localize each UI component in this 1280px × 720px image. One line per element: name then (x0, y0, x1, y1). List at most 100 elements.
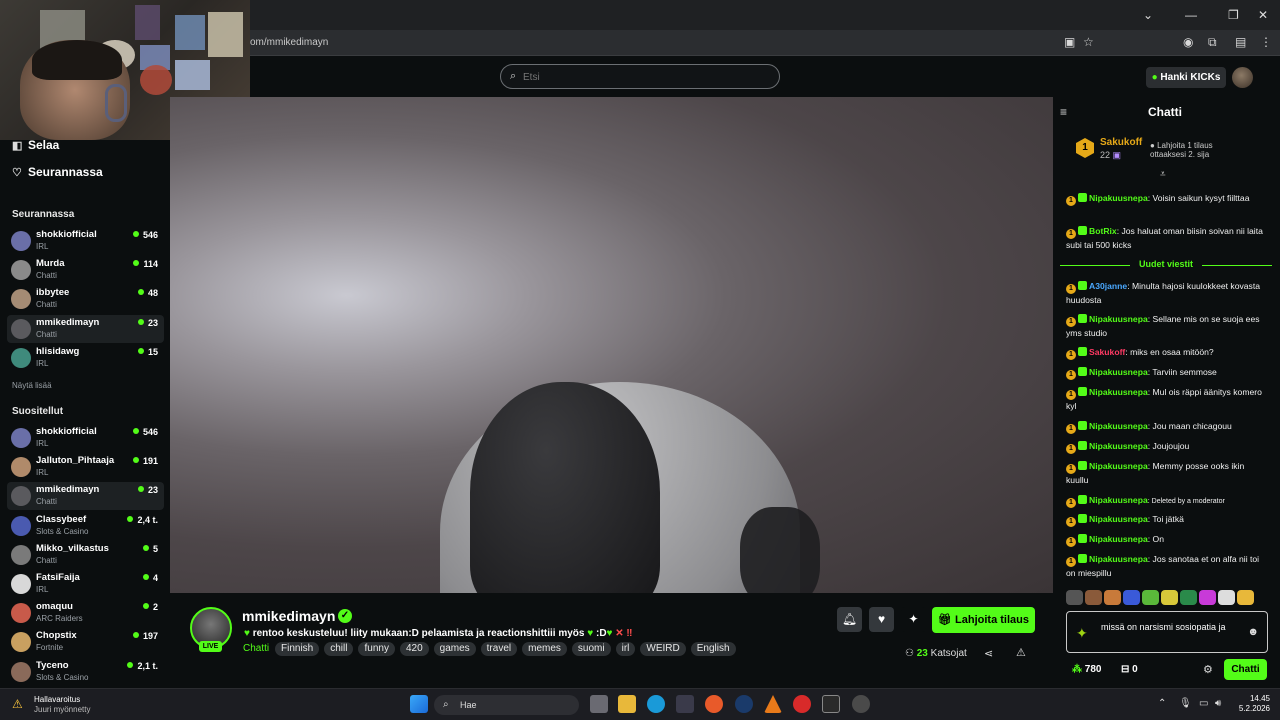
taskbar-search[interactable]: ⌕ Hae (434, 695, 579, 715)
chat-username[interactable]: Nipakuusnepa (1089, 314, 1148, 324)
search-box[interactable]: ⌕ (500, 64, 780, 89)
pinned-collapse-icon[interactable]: ⩡ (1160, 169, 1166, 180)
sidebar-channel-mmikedimayn[interactable]: mmikedimayn Chatti 23 (7, 314, 164, 343)
share-icon[interactable]: ⋖ (984, 647, 993, 660)
tag-travel[interactable]: travel (480, 642, 518, 656)
obs-icon[interactable] (852, 695, 870, 713)
tag-weird[interactable]: WEIRD (640, 642, 686, 656)
category-link[interactable]: Chatti (243, 643, 269, 654)
chat-username[interactable]: Nipakuusnepa (1089, 554, 1148, 564)
chat-username[interactable]: Nipakuusnepa (1089, 495, 1148, 505)
weather-notification-title[interactable]: Hallavaroitus (34, 695, 80, 704)
sidebar-channel-shokkiofficial[interactable]: shokkiofficial IRL 546 (7, 424, 164, 452)
file-explorer-icon[interactable] (618, 695, 636, 713)
get-kicks-button[interactable]: ● Hanki KICKs (1146, 67, 1226, 88)
sidebar-channel-mikko_vilkastus[interactable]: Mikko_vilkastus Chatti 5 (7, 541, 164, 569)
browser-menu-icon[interactable]: ⋮ (1260, 35, 1272, 49)
chat-username[interactable]: BotRix (1089, 226, 1117, 236)
chat-username[interactable]: A30janne (1089, 281, 1127, 291)
chat-username[interactable]: Nipakuusnepa (1089, 441, 1148, 451)
tag-chill[interactable]: chill (324, 642, 354, 656)
sparkle-button[interactable]: ✦ (901, 607, 926, 632)
emoji-picker-icon[interactable]: ☻ (1247, 626, 1259, 638)
bookmark-star-icon[interactable]: ☆ (1083, 35, 1094, 49)
sidebar-channel-mmikedimayn[interactable]: mmikedimayn Chatti 23 (7, 482, 164, 511)
extension-badge-icon[interactable]: ▤ (1235, 35, 1246, 49)
tray-chevron-icon[interactable]: ⌃ (1158, 698, 1166, 709)
edge-icon[interactable] (647, 695, 665, 713)
tag-irl[interactable]: irl (615, 642, 636, 656)
steam-icon[interactable] (735, 695, 753, 713)
screenshot-icon[interactable]: ▣ (1064, 35, 1075, 49)
url-text[interactable]: om/mmikedimayn (250, 37, 328, 48)
gift-count[interactable]: ⊟ 0 (1121, 664, 1138, 675)
user-avatar[interactable] (1232, 67, 1253, 88)
task-view-icon[interactable] (590, 695, 608, 713)
sidebar-channel-murda[interactable]: Murda Chatti 114 (7, 256, 164, 284)
account-icon[interactable]: ◉ (1183, 35, 1193, 49)
chat-input-text[interactable]: missä on narsismi sosiopatia ja (1101, 621, 1241, 634)
chat-username[interactable]: Nipakuusnepa (1089, 387, 1148, 397)
top-gifter-leaderboard[interactable]: 1 Sakukoff 22 ▣ ● Lahjoita 1 tilaus otta… (1068, 135, 1268, 165)
opera-icon[interactable] (793, 695, 811, 713)
video-player[interactable] (170, 97, 1053, 593)
send-chat-button[interactable]: Chatti (1224, 659, 1267, 680)
following-heading: Seurannassa (12, 209, 75, 220)
sidebar-channel-ibbytee[interactable]: ibbytee Chatti 48 (7, 285, 164, 313)
restore-button[interactable]: ❐ (1228, 8, 1239, 22)
tag-english[interactable]: English (690, 642, 736, 656)
system-clock[interactable]: 14.45 5.2.2026 (1212, 694, 1270, 714)
sidebar-channel-chopstix[interactable]: Chopstix Fortnite 197 (7, 628, 164, 656)
channel-points[interactable]: ⁂ 780 (1072, 664, 1101, 675)
tag-420[interactable]: 420 (399, 642, 429, 656)
notifications-bell-button[interactable]: 🔔︎ (837, 607, 862, 632)
windows-taskbar (0, 688, 1280, 720)
weather-warning-icon[interactable]: ⚠ (12, 697, 23, 711)
nav-browse[interactable]: ◧ Selaa (12, 138, 59, 152)
tab-list-dropdown-icon[interactable]: ⌄ (1143, 8, 1153, 22)
channel-name: Tyceno (36, 659, 69, 671)
collapse-chat-icon[interactable]: ≡ (1060, 105, 1067, 119)
sidebar-channel-classybeef[interactable]: Classybeef Slots & Casino 2,4 t. (7, 512, 164, 540)
tag-games[interactable]: games (433, 642, 476, 656)
chat-username[interactable]: Nipakuusnepa (1089, 193, 1148, 203)
chat-settings-icon[interactable]: ⚙ (1203, 663, 1213, 676)
search-input[interactable] (523, 68, 763, 86)
show-more-link[interactable]: Näytä lisää (12, 381, 52, 390)
tag-suomi[interactable]: suomi (571, 642, 611, 656)
sidebar-channel-omaquu[interactable]: omaquu ARC Raiders 2 (7, 599, 164, 627)
sidebar-channel-fatsifaija[interactable]: FatsiFaija IRL 4 (7, 570, 164, 598)
chat-input-box[interactable]: ✦ missä on narsismi sosiopatia ja ☻ (1066, 611, 1268, 653)
chat-username[interactable]: Nipakuusnepa (1089, 534, 1148, 544)
chat-username[interactable]: Nipakuusnepa (1089, 514, 1148, 524)
tag-memes[interactable]: memes (522, 642, 567, 656)
viewer-count: 23 (138, 485, 158, 495)
microphone-icon[interactable]: 🎙︎ (1179, 698, 1192, 709)
sidebar-channel-hlisidawg[interactable]: hlisidawg IRL 15 (7, 344, 164, 372)
terminal-icon[interactable] (822, 695, 840, 713)
chat-username[interactable]: Nipakuusnepa (1089, 367, 1148, 377)
store-icon[interactable] (676, 695, 694, 713)
network-icon[interactable]: ▭ (1199, 698, 1208, 709)
extensions-icon[interactable]: ⧉ (1208, 35, 1217, 50)
minimize-button[interactable]: — (1185, 8, 1197, 22)
sidebar-channel-jalluton_pihtaaja[interactable]: Jalluton_Pihtaaja IRL 191 (7, 453, 164, 481)
chat-username[interactable]: Sakukoff (1089, 347, 1125, 357)
report-icon[interactable]: ⚠ (1016, 646, 1026, 659)
tag-funny[interactable]: funny (358, 642, 395, 656)
follow-button[interactable]: ♥ (869, 607, 894, 632)
channel-category: IRL (36, 468, 49, 478)
emote-bar[interactable] (1066, 590, 1254, 605)
chat-username[interactable]: Nipakuusnepa (1089, 421, 1148, 431)
start-button[interactable] (410, 695, 428, 713)
nav-following[interactable]: ♡ Seurannassa (12, 165, 103, 179)
points-icon: ⁂ (1072, 664, 1082, 675)
gift-subscription-button[interactable]: 🎁︎ Lahjoita tilaus (932, 607, 1035, 633)
channel-name[interactable]: mmikedimayn (242, 608, 335, 624)
firefox-icon[interactable] (705, 695, 723, 713)
tag-finnish[interactable]: Finnish (275, 642, 320, 656)
sidebar-channel-tyceno[interactable]: Tyceno Slots & Casino 2,1 t. (7, 658, 164, 686)
chat-username[interactable]: Nipakuusnepa (1089, 461, 1148, 471)
sidebar-channel-shokkiofficial[interactable]: shokkiofficial IRL 546 (7, 227, 164, 255)
close-window-button[interactable]: ✕ (1258, 8, 1268, 22)
